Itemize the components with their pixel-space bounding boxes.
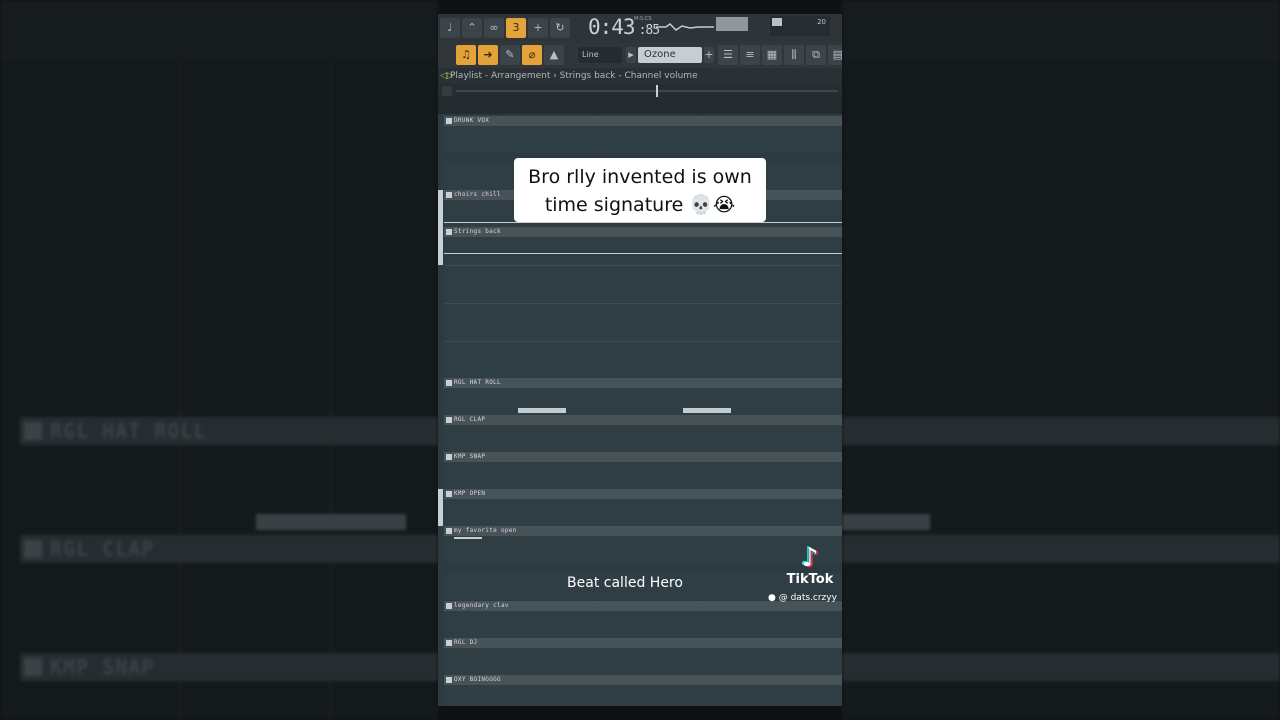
- wait-input-icon[interactable]: ∞: [484, 18, 504, 38]
- scroll-left-button[interactable]: [442, 86, 452, 96]
- blurred-right-panel: [842, 0, 1280, 720]
- track-lane[interactable]: RGL DJ: [438, 638, 842, 675]
- tiktok-logo-icon: ♪: [801, 543, 819, 573]
- track-label: RGL HAT ROLL: [454, 379, 501, 386]
- tiktok-brand: TikTok: [786, 572, 834, 587]
- blurred-track-header: RGL CLAP: [20, 535, 438, 563]
- time-format-label: M:S:CS: [634, 16, 652, 22]
- draw-tool-icon[interactable]: ✎: [500, 45, 520, 65]
- breadcrumb-arrow-icon: ◁▷: [440, 71, 454, 81]
- video-caption: Bro rlly invented is own time signature …: [514, 158, 766, 222]
- video-frame: RGL HAT ROLL RGL CLAP KMP SNAP ♩ ⌃ ∞ 3 +…: [0, 0, 1280, 720]
- track-label: KMP SNAP: [454, 453, 486, 460]
- pattern-mode-icon[interactable]: ♫: [456, 45, 476, 65]
- track-lane[interactable]: DRUNK VOX: [438, 116, 842, 153]
- track-label: OXY BOINGGGG: [454, 676, 501, 683]
- blurred-track-header: RGL HAT ROLL: [20, 417, 438, 445]
- add-channel-button[interactable]: +: [704, 47, 714, 63]
- tiktok-watermark: ♪ TikTok: [780, 544, 840, 587]
- track-lane[interactable]: KMP SNAP: [438, 452, 842, 489]
- step-edit-icon[interactable]: +: [528, 18, 548, 38]
- track-label: my favorite open: [454, 527, 517, 534]
- transport-toolbar: ♩ ⌃ ∞ 3 + ↻ 0:43:85 M:S:CS 20: [438, 14, 842, 42]
- plugin-picker-icon[interactable]: ⧉: [806, 45, 826, 65]
- playlist-toolbar: ♫ ➜ ✎ ⌀ ▲ Line ▸ Ozone comp + ☰ ≡ ▦ ⫼ ⧉ …: [438, 42, 842, 76]
- track-selector[interactable]: [438, 489, 443, 526]
- stamp-icon[interactable]: ▲: [544, 45, 564, 65]
- play-arrow-icon[interactable]: ▸: [626, 47, 636, 63]
- scroll-thumb[interactable]: [656, 85, 658, 97]
- oscilloscope: [656, 23, 714, 31]
- horizontal-scrollbar[interactable]: [438, 84, 842, 98]
- tempo-button[interactable]: ♩: [440, 18, 460, 38]
- paint-tool-icon[interactable]: ⌀: [522, 45, 542, 65]
- piano-roll-icon[interactable]: ≡: [740, 45, 760, 65]
- blurred-track-label: RGL CLAP: [50, 537, 155, 561]
- user-icon: ●: [768, 593, 776, 603]
- loop-record-icon[interactable]: ↻: [550, 18, 570, 38]
- pattern-clip[interactable]: [518, 408, 566, 413]
- pattern-clip[interactable]: [683, 408, 731, 413]
- track-label: RGL CLAP: [454, 416, 486, 423]
- browser-icon[interactable]: ▤: [828, 45, 842, 65]
- pattern-clip[interactable]: [454, 537, 482, 539]
- channel-rack-icon[interactable]: ▦: [762, 45, 782, 65]
- track-label: DRUNK VOX: [454, 117, 490, 124]
- track-lane[interactable]: RGL CLAP: [438, 415, 842, 452]
- video-subtitle: Beat called Hero: [567, 575, 683, 591]
- cpu-meter: [716, 17, 748, 31]
- track-label: legendary clav: [454, 602, 509, 609]
- track-label: RGL DJ: [454, 639, 478, 646]
- channel-select[interactable]: Ozone comp: [638, 47, 702, 76]
- track-lane[interactable]: RGL HAT ROLL: [438, 378, 842, 415]
- mixer-icon[interactable]: ⫼: [784, 45, 804, 65]
- track-lane[interactable]: KMP OPEN: [438, 489, 842, 526]
- breadcrumb[interactable]: ◁▷ Playlist - Arrangement › Strings back…: [438, 68, 842, 84]
- track-lane[interactable]: legendary clav: [438, 601, 842, 638]
- track-selector[interactable]: [438, 227, 443, 265]
- track-lane[interactable]: Strings back: [438, 227, 842, 378]
- blurred-track-label: KMP SNAP: [50, 655, 155, 679]
- track-lane[interactable]: OXY BOINGGGG: [438, 675, 842, 706]
- track-label: KMP OPEN: [454, 490, 486, 497]
- playlist-icon[interactable]: ☰: [718, 45, 738, 65]
- track-label: Strings back: [454, 228, 501, 235]
- memory-meter: 20: [770, 16, 830, 36]
- metronome-icon[interactable]: ⌃: [462, 18, 482, 38]
- blurred-track-label: RGL HAT ROLL: [50, 419, 207, 443]
- breadcrumb-text: Playlist - Arrangement › Strings back - …: [450, 71, 698, 81]
- blurred-left-panel: RGL HAT ROLL RGL CLAP KMP SNAP: [0, 0, 438, 720]
- automation-line[interactable]: [444, 222, 842, 223]
- countdown-icon[interactable]: 3: [506, 18, 526, 38]
- blurred-track-header: KMP SNAP: [20, 653, 438, 681]
- creator-handle: ● @ dats.crzyy: [768, 593, 837, 603]
- arrow-icon[interactable]: ➜: [478, 45, 498, 65]
- track-label: choirs chill: [454, 191, 501, 198]
- timeline-ruler[interactable]: [438, 98, 842, 114]
- track-selector[interactable]: [438, 190, 443, 227]
- snap-select[interactable]: Line: [578, 47, 622, 63]
- automation-line[interactable]: [444, 253, 842, 254]
